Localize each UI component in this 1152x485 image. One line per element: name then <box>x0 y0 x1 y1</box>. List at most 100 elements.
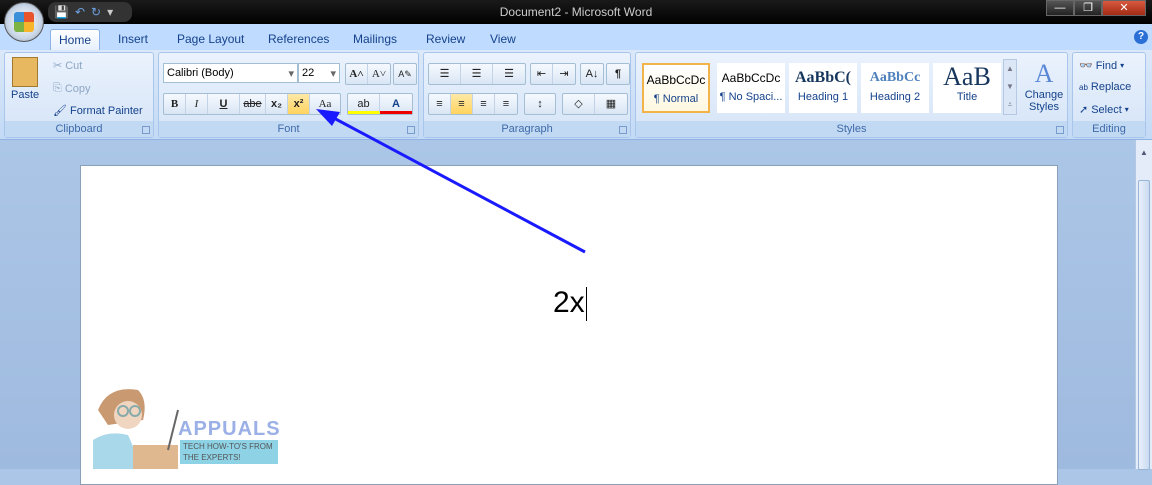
clear-formatting-button[interactable]: A✎ <box>393 63 417 85</box>
tab-references[interactable]: References <box>260 29 337 49</box>
replace-label: Replace <box>1090 81 1132 93</box>
format-painter-label: Format Painter <box>69 104 143 117</box>
scroll-up-icon[interactable]: ▲ <box>1136 148 1152 157</box>
document-text[interactable]: 2x <box>553 286 587 322</box>
pilcrow-icon: ¶ <box>614 68 622 80</box>
line-spacing-icon: ↕ <box>537 98 543 110</box>
chevron-down-icon: ▾ <box>288 68 294 80</box>
align-left-button[interactable]: ≡ <box>429 94 451 114</box>
sort-button[interactable]: A↓ <box>580 63 604 85</box>
bold-button[interactable]: B <box>164 94 186 114</box>
style-name: ¶ No Spaci... <box>719 91 783 103</box>
font-color-button[interactable]: A <box>380 94 412 114</box>
redo-icon[interactable]: ↻ <box>91 5 101 19</box>
shading-borders-buttons: ◇ ▦ <box>562 93 628 115</box>
tab-mailings[interactable]: Mailings <box>345 29 405 49</box>
font-launcher-icon[interactable] <box>407 126 415 134</box>
ribbon-tabs: Home Insert Page Layout References Maili… <box>0 24 1152 52</box>
restore-button[interactable]: ❐ <box>1074 0 1102 16</box>
cut-label: Cut <box>65 59 83 72</box>
paste-button[interactable]: Paste <box>11 57 39 101</box>
text-caret <box>585 287 587 322</box>
undo-icon[interactable]: ↶ <box>75 5 85 19</box>
style-name: Title <box>956 91 978 103</box>
superscript-button[interactable]: x² <box>288 94 310 114</box>
customize-qat-icon[interactable]: ▾ <box>107 5 113 19</box>
help-icon[interactable]: ? <box>1134 30 1148 44</box>
line-spacing-button[interactable]: ↕ <box>524 93 556 115</box>
tab-page-layout[interactable]: Page Layout <box>169 29 252 49</box>
tab-home[interactable]: Home <box>50 29 101 52</box>
grow-font-button[interactable]: A˄ <box>346 64 368 84</box>
select-button[interactable]: ➚ Select ▾ <box>1079 103 1129 117</box>
paragraph-launcher-icon[interactable] <box>619 126 627 134</box>
change-styles-icon: A <box>1034 59 1054 88</box>
tab-insert[interactable]: Insert <box>110 29 156 49</box>
vertical-scrollbar[interactable]: ▲ <box>1135 140 1152 470</box>
cut-button[interactable]: ✂ Cut <box>53 59 83 73</box>
font-size-select[interactable]: 22 ▾ <box>298 63 340 83</box>
change-case-button[interactable]: Aa <box>310 94 340 114</box>
find-button[interactable]: 👓 Find ▾ <box>1079 59 1124 73</box>
scissors-icon: ✂ <box>53 60 63 72</box>
clipboard-group: Paste ✂ Cut ⎘ Copy 🖌 Format Painter Clipboa… <box>4 52 154 138</box>
copy-button[interactable]: ⎘ Copy <box>53 82 91 95</box>
minimize-button[interactable]: — <box>1046 0 1074 16</box>
office-button[interactable] <box>4 2 44 42</box>
strikethrough-button[interactable]: abe <box>240 94 266 114</box>
highlight-button[interactable]: ab <box>348 94 380 114</box>
font-name-select[interactable]: Calibri (Body) ▾ <box>163 63 298 83</box>
select-label: Select <box>1091 103 1122 116</box>
underline-button[interactable]: U <box>208 94 240 114</box>
subscript-button[interactable]: x₂ <box>266 94 288 114</box>
ribbon: Paste ✂ Cut ⎘ Copy 🖌 Format Painter Clipboa… <box>0 50 1152 140</box>
style-title[interactable]: AaB Title <box>933 63 1001 113</box>
style-name: Heading 2 <box>869 91 921 103</box>
font-format-buttons: B I U abe x₂ x² Aa <box>163 93 341 115</box>
close-button[interactable]: ✕ <box>1102 0 1146 16</box>
borders-button[interactable]: ▦ <box>595 94 627 114</box>
align-right-button[interactable]: ≡ <box>473 94 495 114</box>
style-heading-2[interactable]: AaBbCc Heading 2 <box>861 63 929 113</box>
cursor-icon: ➚ <box>1079 104 1089 116</box>
tab-view[interactable]: View <box>482 29 524 49</box>
style-preview: AaBbCc <box>869 70 921 85</box>
paragraph-group-label: Paragraph <box>424 121 630 137</box>
shading-button[interactable]: ◇ <box>563 94 595 114</box>
justify-button[interactable]: ≡ <box>495 94 517 114</box>
font-size-value: 22 <box>302 67 315 79</box>
italic-button[interactable]: I <box>186 94 208 114</box>
style-preview: AaBbCcDc <box>646 73 706 87</box>
style-preview: AaBbC( <box>794 69 851 86</box>
styles-gallery-scroll[interactable]: ▲ ▼ ⩡ <box>1003 59 1017 115</box>
increase-indent-button[interactable]: ⇥ <box>553 64 575 84</box>
change-styles-button[interactable]: A Change Styles <box>1022 59 1066 113</box>
styles-group-label: Styles <box>636 121 1067 137</box>
font-group-label: Font <box>159 121 418 137</box>
replace-button[interactable]: ab Replace <box>1079 81 1131 93</box>
styles-launcher-icon[interactable] <box>1056 126 1064 134</box>
show-formatting-button[interactable]: ¶ <box>606 63 630 85</box>
style-heading-1[interactable]: AaBbC(Heading 1 <box>789 63 857 113</box>
style-preview: AaBbCcDc <box>721 71 781 85</box>
numbering-button[interactable]: ☰ <box>461 64 493 84</box>
style-normal[interactable]: AaBbCcDc ¶ Normal <box>642 63 710 113</box>
bullets-button[interactable]: ☰ <box>429 64 461 84</box>
shrink-font-button[interactable]: A˅ <box>368 64 390 84</box>
watermark-brand: APPUALS <box>178 418 281 440</box>
clipboard-launcher-icon[interactable] <box>142 126 150 134</box>
center-button[interactable]: ≡ <box>451 94 473 114</box>
decrease-indent-button[interactable]: ⇤ <box>531 64 553 84</box>
tab-review[interactable]: Review <box>418 29 473 49</box>
copy-label: Copy <box>64 82 91 95</box>
clipboard-icon <box>12 57 39 87</box>
title-bar: Document2 - Microsoft Word 💾 ↶ ↻ ▾ — ❐ ✕ <box>0 0 1152 24</box>
alignment-buttons: ≡ ≡ ≡ ≡ <box>428 93 518 115</box>
editing-group: 👓 Find ▾ ab Replace ➚ Select ▾ Editing <box>1072 52 1146 138</box>
scrollbar-thumb[interactable] <box>1138 180 1150 470</box>
style-no-spacing[interactable]: AaBbCcDc ¶ No Spaci... <box>717 63 785 113</box>
save-icon[interactable]: 💾 <box>54 5 69 19</box>
binoculars-icon: 👓 <box>1079 60 1093 72</box>
multilevel-list-button[interactable]: ☰ <box>493 64 525 84</box>
format-painter-button[interactable]: 🖌 Format Painter <box>53 104 143 118</box>
